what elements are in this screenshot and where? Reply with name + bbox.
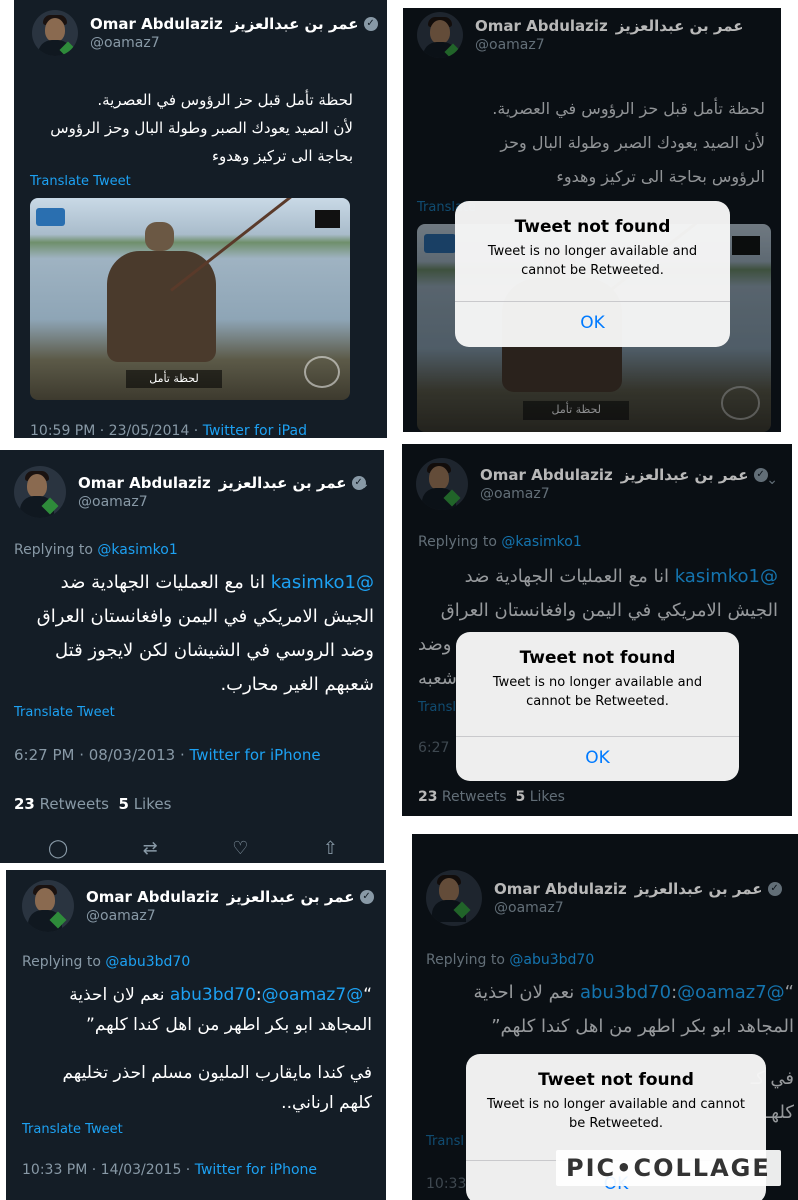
tweet-panel-5: Omar Abdulaziz عمر بن عبدالعزيز ✓ @oamaz7 … [6, 870, 386, 1200]
ok-button[interactable]: OK [456, 748, 739, 768]
replying-to-link[interactable]: @abu3bd70 [105, 954, 190, 970]
tweet-header: Omar Abdulaziz عمر بن عبدالعزيز ✓ @oamaz7 [14, 466, 366, 518]
display-name[interactable]: Omar Abdulaziz [90, 15, 223, 33]
display-name[interactable]: Omar Abdulaziz [86, 888, 219, 906]
retweet-icon[interactable]: ⇄ [143, 838, 158, 859]
tweet-image[interactable]: لحظة تأمل [30, 198, 350, 400]
like-count[interactable]: 5 [118, 795, 128, 813]
tweet-not-found-dialog: Tweet not found Tweet is no longer avail… [456, 632, 739, 781]
dialog-message: Tweet is no longer available and cannot … [486, 1097, 746, 1131]
tweet-stats: 23 Retweets 5 Likes [14, 795, 172, 813]
reply-icon[interactable]: ◯ [48, 838, 68, 859]
watermark-logo [304, 355, 341, 388]
translate-link[interactable]: Translate Tweet [30, 174, 131, 189]
replying-to: Replying to @abu3bd70 [22, 954, 191, 970]
source-link[interactable]: Twitter for iPhone [195, 1162, 317, 1178]
ok-button[interactable]: OK [455, 313, 730, 333]
dialog-title: Tweet not found [538, 1070, 694, 1090]
mention-link-2[interactable]: @oamaz7 [262, 985, 347, 1005]
dialog-message: Tweet is no longer available and cannot … [492, 675, 703, 709]
display-name[interactable]: Omar Abdulaziz [78, 474, 211, 492]
tweet-panel-6: Omar Abdulaziz عمر بن عبدالعزيز ✓ @oamaz7 … [412, 834, 798, 1200]
tweet-panel-1: Omar Abdulaziz عمر بن عبدالعزيز ✓ @oamaz7 … [14, 0, 387, 438]
tweet-panel-2: Omar Abdulaziz عمر بن عبدالعزيز @oamaz7 ل… [403, 8, 781, 432]
handle[interactable]: @oamaz7 [90, 35, 378, 51]
action-bar: ◯ ⇄ ♡ ⇧ [48, 838, 338, 859]
tweet-header: Omar Abdulaziz عمر بن عبدالعزيز ✓ @oamaz7 [22, 880, 374, 932]
tweet-meta: 6:27 PM · 08/03/2013 · Twitter for iPhon… [14, 746, 321, 764]
avatar[interactable] [32, 10, 78, 56]
tweet-not-found-dialog: Tweet not found Tweet is no longer avail… [455, 201, 730, 347]
chevron-down-icon[interactable]: ⌄ [358, 476, 370, 492]
like-icon[interactable]: ♡ [232, 838, 248, 859]
dialog-message: Tweet is no longer available and cannot … [487, 244, 698, 278]
retweet-count[interactable]: 23 [14, 795, 35, 813]
avatar[interactable] [22, 880, 74, 932]
tweet-panel-4: Omar Abdulaziz عمر بن عبدالعزيز ✓ @oamaz7 … [402, 444, 792, 816]
tweet-meta: 10:33 PM · 14/03/2015 · Twitter for iPho… [22, 1162, 318, 1178]
mention-link[interactable]: @kasimko1 [271, 572, 374, 593]
translate-link[interactable]: Translate Tweet [14, 705, 115, 720]
source-link[interactable]: Twitter for iPad [203, 423, 307, 438]
verified-icon: ✓ [363, 17, 378, 31]
tweet-header: Omar Abdulaziz عمر بن عبدالعزيز ✓ @oamaz7 [32, 10, 378, 56]
tweet-panel-3: Omar Abdulaziz عمر بن عبدالعزيز ✓ @oamaz7 … [0, 450, 384, 863]
share-icon[interactable]: ⇧ [323, 838, 338, 859]
arabic-name: عمر بن عبدالعزيز [218, 474, 347, 492]
source-link[interactable]: Twitter for iPhone [190, 746, 321, 764]
dialog-title: Tweet not found [519, 648, 676, 668]
translate-link[interactable]: Translate Tweet [22, 1122, 123, 1137]
tweet-meta: 10:59 PM · 23/05/2014 · Twitter for iPad [30, 423, 307, 438]
tweet-text: “@abu3bd70:@oamaz7 نعم لان احذية المجاهد… [62, 985, 372, 1113]
arabic-name: عمر بن عبدالعزيز [226, 888, 355, 906]
replying-to-link[interactable]: @kasimko1 [97, 542, 177, 558]
arabic-name: عمر بن عبدالعزيز [230, 15, 359, 33]
tweet-text: لحظة تأمل قبل حز الرؤوس في العصرية. لأن … [50, 91, 353, 165]
handle[interactable]: @oamaz7 [86, 908, 374, 924]
tweet-text: @kasimko1 انا مع العمليات الجهادية ضد ال… [36, 572, 374, 695]
replying-to: Replying to @kasimko1 [14, 542, 178, 558]
dialog-title: Tweet not found [514, 217, 671, 237]
avatar[interactable] [14, 466, 66, 518]
handle[interactable]: @oamaz7 [78, 494, 366, 510]
piccollage-watermark: PIC•COLLAGE [556, 1150, 781, 1186]
channel-logo [36, 208, 66, 227]
flag-icon [314, 210, 341, 229]
image-caption: لحظة تأمل [126, 369, 222, 388]
verified-icon: ✓ [359, 890, 374, 904]
